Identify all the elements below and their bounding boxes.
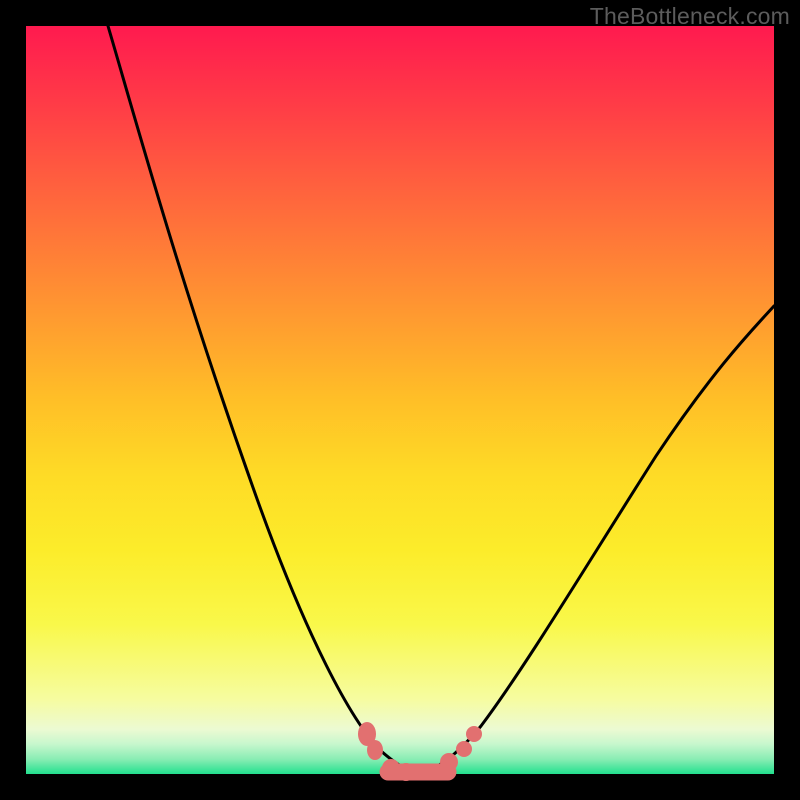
plot-area [26,26,774,774]
watermark-text: TheBottleneck.com [590,3,790,30]
marker-right-1 [440,753,458,771]
curve-right-arm [421,306,774,772]
outer-frame: TheBottleneck.com [0,0,800,800]
marker-left-4 [397,763,415,781]
curve-left-arm [108,26,416,772]
marker-left-2 [367,740,383,760]
marker-right-2 [456,741,472,757]
marker-right-3 [466,726,482,742]
bottleneck-curve [26,26,774,774]
